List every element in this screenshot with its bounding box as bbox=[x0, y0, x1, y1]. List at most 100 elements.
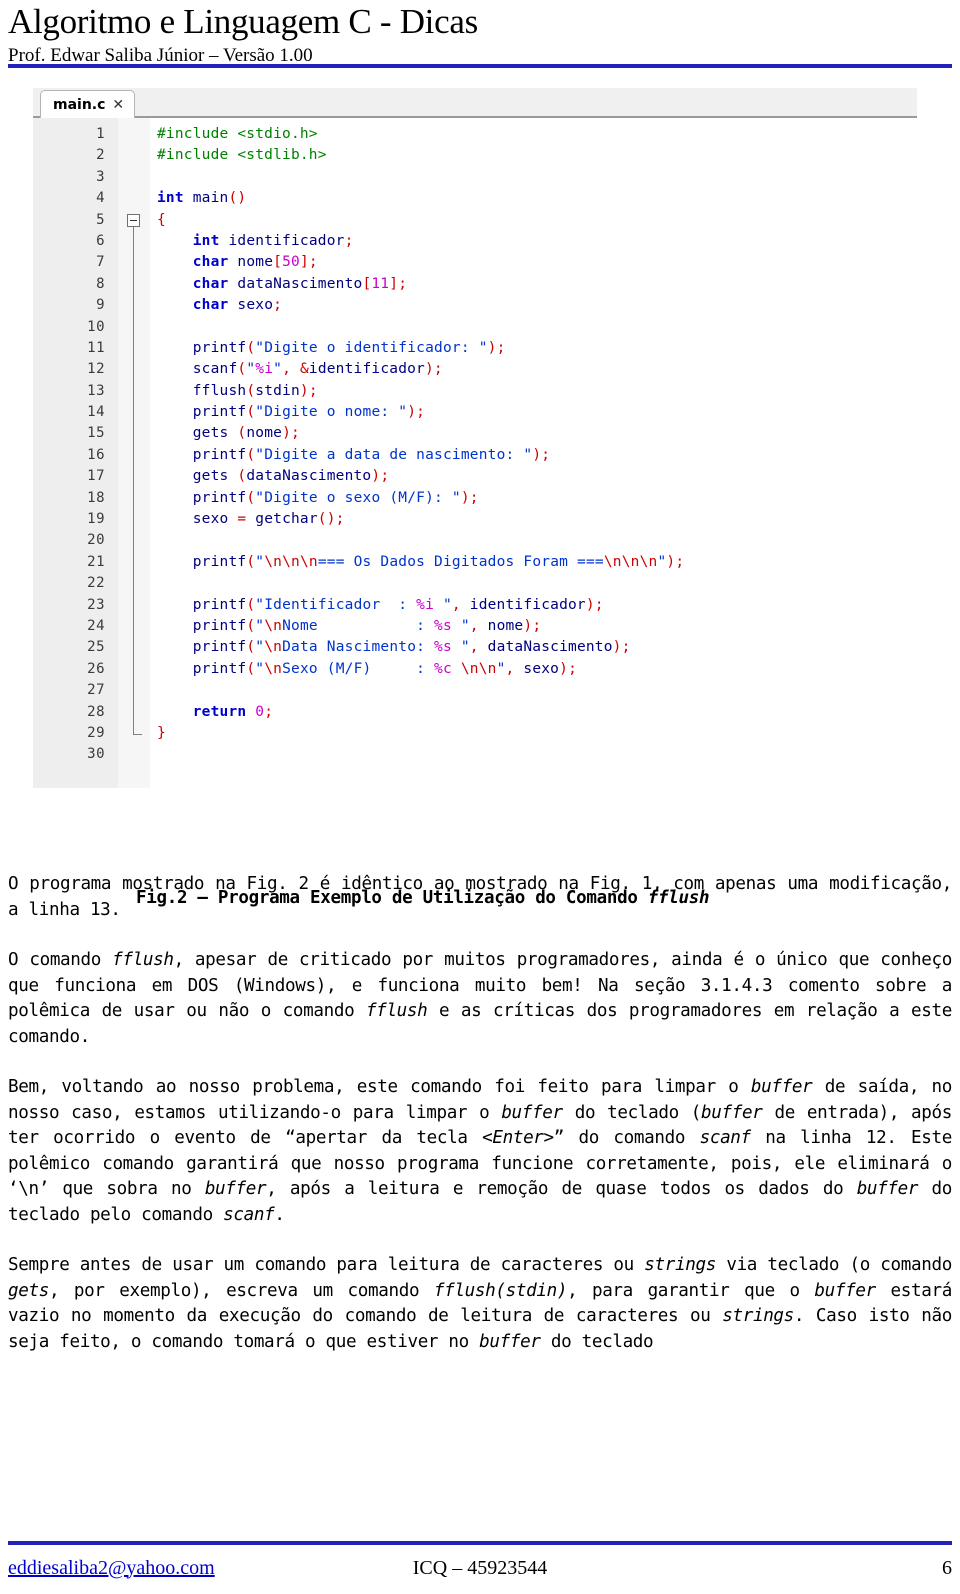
line-number: 23 bbox=[87, 596, 105, 613]
code-line-text: printf("\n\n\n=== Os Dados Digitados For… bbox=[192, 553, 685, 570]
line-number: 20 bbox=[87, 532, 105, 549]
line-number: 25 bbox=[87, 639, 105, 656]
footer-page-number: 6 bbox=[942, 1556, 952, 1579]
code-line: 30 bbox=[33, 744, 917, 765]
code-line-text: printf("\nSexo (M/F) : %c \n\n", sexo); bbox=[192, 660, 577, 677]
code-line-text: sexo = getchar(); bbox=[192, 511, 345, 528]
code-line: 10 bbox=[33, 317, 917, 338]
line-number: 18 bbox=[87, 489, 105, 506]
code-text-area[interactable]: 1 #include <stdio.h> 2 #include <stdlib.h> 3… bbox=[33, 118, 917, 788]
document-body: O programa mostrado na Fig. 2 é idêntico… bbox=[8, 872, 952, 1355]
code-line: 3 bbox=[33, 167, 917, 188]
line-number: 24 bbox=[87, 617, 105, 634]
code-line-text: { bbox=[157, 211, 166, 228]
code-line-text: char dataNascimento[11]; bbox=[192, 275, 408, 292]
line-number: 30 bbox=[87, 746, 105, 763]
code-line-text: printf("\nData Nascimento: %s ", dataNas… bbox=[192, 639, 631, 656]
line-number: 7 bbox=[96, 254, 105, 271]
editor-tab-label: main.c bbox=[53, 96, 106, 113]
line-number: 9 bbox=[96, 297, 105, 314]
code-line: 16 printf("Digite a data de nascimento: … bbox=[33, 445, 917, 466]
code-line: 17 gets (dataNascimento); bbox=[33, 466, 917, 487]
code-line-text: printf("Digite o sexo (M/F): "); bbox=[192, 489, 479, 506]
line-number: 22 bbox=[87, 575, 105, 592]
body-paragraph: Bem, voltando ao nosso problema, este co… bbox=[8, 1077, 952, 1225]
line-number: 8 bbox=[96, 275, 105, 292]
code-line-text: printf("Digite a data de nascimento: "); bbox=[192, 446, 551, 463]
code-line: 15 gets (nome); bbox=[33, 423, 917, 444]
code-line-text: printf("Digite o nome: "); bbox=[192, 404, 426, 421]
code-line: 11 printf("Digite o identificador: "); bbox=[33, 338, 917, 359]
code-line: 20 bbox=[33, 530, 917, 551]
code-line-text: return 0; bbox=[192, 703, 274, 720]
page-title: Algoritmo e Linguagem C - Dicas bbox=[8, 2, 478, 41]
code-line: 28 return 0; bbox=[33, 702, 917, 723]
code-line: 21 printf("\n\n\n=== Os Dados Digitados … bbox=[33, 552, 917, 573]
editor-tab-main-c[interactable]: main.c ✕ bbox=[40, 90, 136, 118]
code-line: 25 printf("\nData Nascimento: %s ", data… bbox=[33, 637, 917, 658]
line-number: 2 bbox=[96, 147, 105, 164]
code-line: 23 printf("Identificador : %i ", identif… bbox=[33, 595, 917, 616]
code-line: 6 int identificador; bbox=[33, 231, 917, 252]
line-number: 6 bbox=[96, 232, 105, 249]
line-number: 1 bbox=[96, 126, 105, 142]
code-line-list: 1 #include <stdio.h> 2 #include <stdlib.h> 3… bbox=[33, 118, 917, 766]
code-line: 27 bbox=[33, 680, 917, 701]
code-line-text: scanf("%i", &identificador); bbox=[192, 361, 443, 378]
code-line: 7 char nome[50]; bbox=[33, 252, 917, 273]
line-number: 11 bbox=[87, 339, 105, 356]
code-line: 12 scanf("%i", &identificador); bbox=[33, 359, 917, 380]
code-line-text: printf("Digite o identificador: "); bbox=[192, 339, 506, 356]
code-line-text: #include <stdlib.h> bbox=[157, 147, 327, 164]
code-line-text: gets (dataNascimento); bbox=[192, 468, 390, 485]
code-line-text: char sexo; bbox=[192, 297, 283, 314]
code-line: 26 printf("\nSexo (M/F) : %c \n\n", sexo… bbox=[33, 659, 917, 680]
code-line: 29} bbox=[33, 723, 917, 744]
code-line: 1 #include <stdio.h> bbox=[33, 124, 917, 145]
code-line: 13 fflush(stdin); bbox=[33, 381, 917, 402]
code-line: 18 printf("Digite o sexo (M/F): "); bbox=[33, 488, 917, 509]
body-paragraph: O programa mostrado na Fig. 2 é idêntico… bbox=[8, 874, 952, 920]
line-number: 17 bbox=[87, 468, 105, 485]
code-line-text: printf("Identificador : %i ", identifica… bbox=[192, 596, 604, 613]
body-paragraph: O comando fflush, apesar de criticado po… bbox=[8, 950, 952, 1047]
line-number: 28 bbox=[87, 703, 105, 720]
code-line: 14 printf("Digite o nome: "); bbox=[33, 402, 917, 423]
code-line-text: #include <stdio.h> bbox=[157, 126, 318, 142]
line-number: 5 bbox=[96, 211, 105, 228]
line-number: 27 bbox=[87, 682, 105, 699]
close-icon[interactable]: ✕ bbox=[112, 98, 124, 112]
code-line: 2 #include <stdlib.h> bbox=[33, 145, 917, 166]
line-number: 15 bbox=[87, 425, 105, 442]
code-line: 5{ bbox=[33, 210, 917, 231]
code-line-text: fflush(stdin); bbox=[192, 382, 318, 399]
code-editor-screenshot: main.c ✕ 1 #include <stdio.h> 2 #include <s… bbox=[33, 88, 917, 908]
body-paragraph: Sempre antes de usar um comando para lei… bbox=[8, 1255, 952, 1352]
code-line-text: int identificador; bbox=[192, 232, 354, 249]
line-number: 21 bbox=[87, 553, 105, 570]
footer-icq-text: ICQ – 45923544 bbox=[412, 1556, 548, 1579]
header-divider-rule bbox=[8, 64, 952, 68]
line-number: 12 bbox=[87, 361, 105, 378]
line-number: 19 bbox=[87, 511, 105, 528]
code-line-text: printf("\nNome : %s ", nome); bbox=[192, 617, 542, 634]
line-number: 26 bbox=[87, 660, 105, 677]
page-footer: eddiesaliba2@yahoo.com ICQ – 45923544 6 bbox=[8, 1550, 952, 1586]
line-number: 29 bbox=[87, 724, 105, 741]
line-number: 14 bbox=[87, 404, 105, 421]
code-line: 24 printf("\nNome : %s ", nome); bbox=[33, 616, 917, 637]
editor-tab-strip: main.c ✕ bbox=[33, 88, 917, 118]
code-line: 9 char sexo; bbox=[33, 295, 917, 316]
footer-divider-rule bbox=[8, 1541, 952, 1545]
document-header: Algoritmo e Linguagem C - Dicas Prof. Ed… bbox=[8, 0, 952, 67]
code-line: 22 bbox=[33, 573, 917, 594]
code-line: 8 char dataNascimento[11]; bbox=[33, 274, 917, 295]
line-number: 10 bbox=[87, 318, 105, 335]
code-line: 4 int main() bbox=[33, 188, 917, 209]
code-line: 19 sexo = getchar(); bbox=[33, 509, 917, 530]
code-line-text: char nome[50]; bbox=[192, 254, 318, 271]
line-number: 16 bbox=[87, 446, 105, 463]
code-line-text: int main() bbox=[157, 190, 247, 207]
line-number: 3 bbox=[96, 168, 105, 185]
line-number: 13 bbox=[87, 382, 105, 399]
